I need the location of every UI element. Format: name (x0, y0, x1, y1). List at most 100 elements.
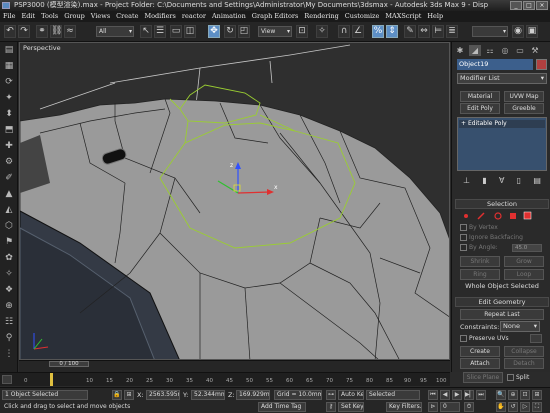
menu-views[interactable]: Views (91, 11, 110, 22)
selection-rollout-header[interactable]: Selection (455, 199, 549, 209)
tool-icon-17[interactable]: ⊕ (3, 300, 15, 312)
stack-item-editable-poly[interactable]: Editable Poly (459, 120, 545, 128)
maximize-viewport-icon[interactable]: ⛶ (532, 402, 542, 412)
play-icon[interactable]: ▶ (452, 390, 462, 400)
split-checkbox[interactable]: Split (507, 374, 529, 382)
undo-icon[interactable]: ↶ (4, 25, 16, 38)
preserve-uvs-checkbox[interactable]: Preserve UVs (460, 335, 509, 343)
edit-named-selection-icon[interactable]: ✎ (404, 25, 416, 38)
manipulate-icon[interactable]: ✧ (316, 25, 328, 38)
grow-button[interactable]: Grow (504, 256, 544, 267)
menu-create[interactable]: Create (116, 11, 138, 22)
object-color-swatch[interactable] (536, 59, 547, 70)
constraints-dropdown[interactable]: None (500, 321, 540, 332)
configure-modifier-sets-icon[interactable]: ▤ (533, 175, 541, 187)
tool-icon-11[interactable]: ◭ (3, 204, 15, 216)
select-and-scale-icon[interactable]: ◰ (238, 25, 250, 38)
menu-group[interactable]: Group (64, 11, 85, 22)
perspective-viewport[interactable]: Perspective z x (19, 42, 450, 360)
close-button[interactable]: × (536, 1, 548, 10)
motion-tab-icon[interactable]: ◎ (499, 45, 511, 56)
material-editor-icon[interactable]: ◉ (512, 25, 524, 38)
tool-icon-4[interactable]: ✦ (3, 92, 15, 104)
zoom-icon[interactable]: 🔍 (496, 390, 506, 400)
tool-icon-15[interactable]: ✧ (3, 268, 15, 280)
viewport-scene[interactable]: z x (20, 43, 450, 360)
add-time-tag-button[interactable]: Add Time Tag (258, 402, 306, 412)
unlink-icon[interactable]: ⛓ (50, 25, 62, 38)
collapse-button[interactable]: Collapse (504, 346, 544, 357)
zoom-extents-all-icon[interactable]: ⊞ (532, 390, 542, 400)
mirror-icon[interactable]: ⇔ (418, 25, 430, 38)
edit-geometry-rollout-header[interactable]: Edit Geometry (455, 297, 549, 307)
percent-snap-icon[interactable]: % (372, 25, 384, 38)
tool-icon-14[interactable]: ✿ (3, 252, 15, 264)
tool-icon-10[interactable]: ▲ (3, 188, 15, 200)
auto-key-button[interactable]: Auto Key (338, 390, 364, 400)
preserve-uvs-settings-icon[interactable] (530, 334, 542, 343)
loop-button[interactable]: Loop (504, 269, 544, 280)
mini-curve-editor-icon[interactable] (2, 375, 12, 384)
make-unique-icon[interactable]: ∀ (499, 175, 504, 187)
track-bar[interactable]: 0 10 15 20 25 30 35 40 45 50 55 60 65 70… (0, 372, 450, 386)
tool-icon-19[interactable]: ⚲ (3, 332, 15, 344)
slice-plane-button[interactable]: Slice Plane (463, 372, 503, 383)
object-name-field[interactable]: Object19 (457, 59, 533, 70)
set-key-button[interactable]: Set Key (338, 402, 364, 412)
repeat-last-button[interactable]: Repeat Last (460, 309, 544, 320)
tool-icon-20[interactable]: ⋮ (3, 348, 15, 360)
menu-help[interactable]: Help (427, 11, 443, 22)
absolute-mode-icon[interactable]: ⊞ (124, 390, 134, 400)
detach-button[interactable]: Detach (504, 358, 544, 369)
vertex-subobject-icon[interactable] (464, 214, 468, 218)
window-crossing-icon[interactable]: ◫ (184, 25, 196, 38)
tool-icon-1[interactable]: ▤ (3, 44, 15, 56)
tool-icon-8[interactable]: ⚙ (3, 156, 15, 168)
zoom-all-icon[interactable]: ⊕ (508, 390, 518, 400)
current-frame-input[interactable]: 0 (440, 402, 460, 412)
tool-icon-13[interactable]: ⚑ (3, 236, 15, 248)
tool-icon-3[interactable]: ⟳ (3, 76, 15, 88)
menu-animation[interactable]: Animation (212, 11, 246, 22)
border-subobject-icon[interactable] (494, 212, 502, 220)
tool-icon-5[interactable]: ⬍ (3, 108, 15, 120)
key-mode-toggle-icon[interactable]: ⊳ (428, 402, 438, 412)
pan-icon[interactable]: ✋ (496, 402, 506, 412)
polygon-subobject-icon[interactable] (510, 213, 516, 219)
goto-start-icon[interactable]: ⏮ (428, 390, 438, 400)
hierarchy-tab-icon[interactable]: ⚏ (484, 45, 496, 56)
edit-poly-button[interactable]: Edit Poly (460, 103, 500, 114)
reference-coord-dropdown[interactable]: View (258, 26, 292, 37)
select-by-name-icon[interactable]: ☰ (154, 25, 166, 38)
menu-reactor[interactable]: reactor (182, 11, 206, 22)
shrink-button[interactable]: Shrink (460, 256, 500, 267)
maximize-button[interactable]: □ (523, 1, 535, 10)
align-icon[interactable]: ⊨ (432, 25, 444, 38)
next-frame-icon[interactable]: ▶▏ (464, 390, 474, 400)
key-filters-button[interactable]: Key Filters... (386, 402, 422, 412)
x-coordinate-input[interactable]: 2563.595n (146, 390, 180, 400)
pin-stack-icon[interactable]: ⊥ (463, 175, 470, 187)
tool-icon-6[interactable]: ⬒ (3, 124, 15, 136)
modifier-list-dropdown[interactable]: Modifier List (457, 73, 547, 84)
lock-selection-icon[interactable]: 🔒 (112, 390, 122, 400)
uvw-map-button[interactable]: UVW Map (504, 91, 544, 102)
tool-icon-12[interactable]: ⬡ (3, 220, 15, 232)
show-end-result-icon[interactable]: ▮ (482, 175, 486, 187)
named-selection-sets-dropdown[interactable] (472, 26, 508, 37)
create-button[interactable]: Create (460, 346, 500, 357)
layer-manager-icon[interactable]: ≣ (446, 25, 458, 38)
set-key-icon[interactable]: ⚷ (326, 402, 336, 412)
modifier-stack[interactable]: Editable Poly (457, 117, 547, 171)
ring-button[interactable]: Ring (460, 269, 500, 280)
z-coordinate-input[interactable]: 169.929m (236, 390, 270, 400)
render-scene-icon[interactable]: ▣ (526, 25, 538, 38)
time-slider[interactable]: 0 / 100 (19, 360, 450, 372)
menu-rendering[interactable]: Rendering (304, 11, 338, 22)
auto-key-selection-dropdown[interactable]: Selected (366, 390, 420, 400)
menu-maxscript[interactable]: MAXScript (385, 11, 421, 22)
arc-rotate-icon[interactable]: ↺ (508, 402, 518, 412)
angle-snap-icon[interactable]: ∠ (352, 25, 364, 38)
select-and-move-icon[interactable]: ✥ (208, 25, 220, 38)
element-subobject-icon[interactable] (523, 211, 532, 220)
